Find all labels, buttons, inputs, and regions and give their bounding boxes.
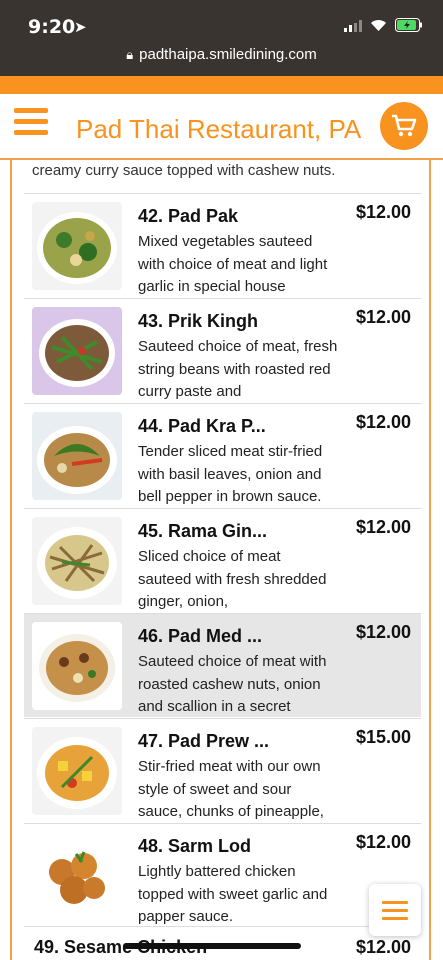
menu-item[interactable]: 48. Sarm Lod Lightly battered chicken to… bbox=[24, 823, 421, 927]
cart-button[interactable] bbox=[380, 102, 428, 150]
status-bar: 9:20 ➤ 🔒︎ padthaipa.smiledining.com bbox=[0, 0, 443, 76]
item-name: 46. Pad Med ... bbox=[138, 626, 263, 646]
item-price: $12.00 bbox=[355, 412, 411, 432]
url-text: padthaipa.smiledining.com bbox=[139, 46, 317, 63]
menu-list: creamy curry sauce topped with cashew nu… bbox=[10, 160, 431, 960]
item-description: Sauteed choice of meat, fresh string bea… bbox=[138, 338, 338, 400]
item-price: $12.00 bbox=[355, 517, 411, 537]
item-price: $12.00 bbox=[355, 202, 411, 222]
item-name: 48. Sarm Lod bbox=[138, 836, 252, 856]
item-name: 42. Pad Pak bbox=[138, 206, 239, 226]
menu-item[interactable]: 42. Pad Pak Mixed vegetables sauteed wit… bbox=[24, 193, 421, 297]
cart-icon bbox=[392, 114, 417, 137]
menu-item[interactable]: 43. Prik Kingh Sauteed choice of meat, f… bbox=[24, 298, 421, 402]
item-description: Stir-fried meat with our own style of sw… bbox=[138, 758, 324, 820]
item-price: $12.00 bbox=[355, 622, 411, 642]
lock-icon: 🔒︎ bbox=[126, 47, 134, 62]
menu-item[interactable]: 45. Rama Gin... Sliced choice of meat sa… bbox=[24, 508, 421, 612]
hamburger-icon[interactable] bbox=[14, 108, 48, 138]
location-arrow-icon: ➤ bbox=[74, 19, 87, 36]
item-description: Lightly battered chicken topped with swe… bbox=[138, 863, 328, 925]
item-name: 44. Pad Kra P... bbox=[138, 416, 266, 436]
item-price: $15.00 bbox=[355, 727, 411, 747]
item-price: $12.00 bbox=[355, 307, 411, 327]
food-thumbnail bbox=[32, 412, 122, 500]
item-name: 45. Rama Gin... bbox=[138, 521, 268, 541]
url-bar[interactable]: 🔒︎ padthaipa.smiledining.com bbox=[0, 46, 443, 63]
item-name: 43. Prik Kingh bbox=[138, 311, 259, 331]
home-indicator[interactable] bbox=[123, 943, 301, 949]
food-thumbnail bbox=[32, 832, 122, 920]
item-description: Mixed vegetables sauteed with choice of … bbox=[138, 233, 328, 295]
item-price: $12.00 bbox=[355, 937, 411, 957]
food-thumbnail bbox=[32, 517, 122, 605]
food-thumbnail bbox=[32, 307, 122, 395]
menu-item[interactable]: 44. Pad Kra P... Tender sliced meat stir… bbox=[24, 403, 421, 507]
item-description: Tender sliced meat stir-fried with basil… bbox=[138, 443, 323, 505]
site-header: Pad Thai Restaurant, PA bbox=[0, 94, 443, 160]
food-thumbnail bbox=[32, 727, 122, 815]
food-thumbnail bbox=[32, 622, 122, 710]
site-title[interactable]: Pad Thai Restaurant, PA bbox=[76, 114, 361, 145]
signal-icon bbox=[344, 19, 362, 37]
menu-item[interactable]: 46. Pad Med ... Sauteed choice of meat w… bbox=[24, 613, 421, 717]
orange-band bbox=[0, 76, 443, 94]
item-price: $12.00 bbox=[355, 832, 411, 852]
item-description: Sliced choice of meat sauteed with fresh… bbox=[138, 548, 327, 610]
floating-menu-button[interactable] bbox=[369, 884, 421, 936]
item-description: creamy curry sauce topped with cashew nu… bbox=[32, 162, 336, 179]
food-thumbnail bbox=[32, 202, 122, 290]
status-icons bbox=[344, 18, 423, 37]
wifi-icon bbox=[370, 19, 387, 37]
item-description: Sauteed choice of meat with roasted cash… bbox=[138, 653, 327, 715]
battery-icon bbox=[395, 18, 423, 37]
item-name: 47. Pad Prew ... bbox=[138, 731, 270, 751]
status-time: 9:20 bbox=[28, 16, 76, 38]
menu-item[interactable]: 47. Pad Prew ... Stir-fried meat with ou… bbox=[24, 718, 421, 822]
